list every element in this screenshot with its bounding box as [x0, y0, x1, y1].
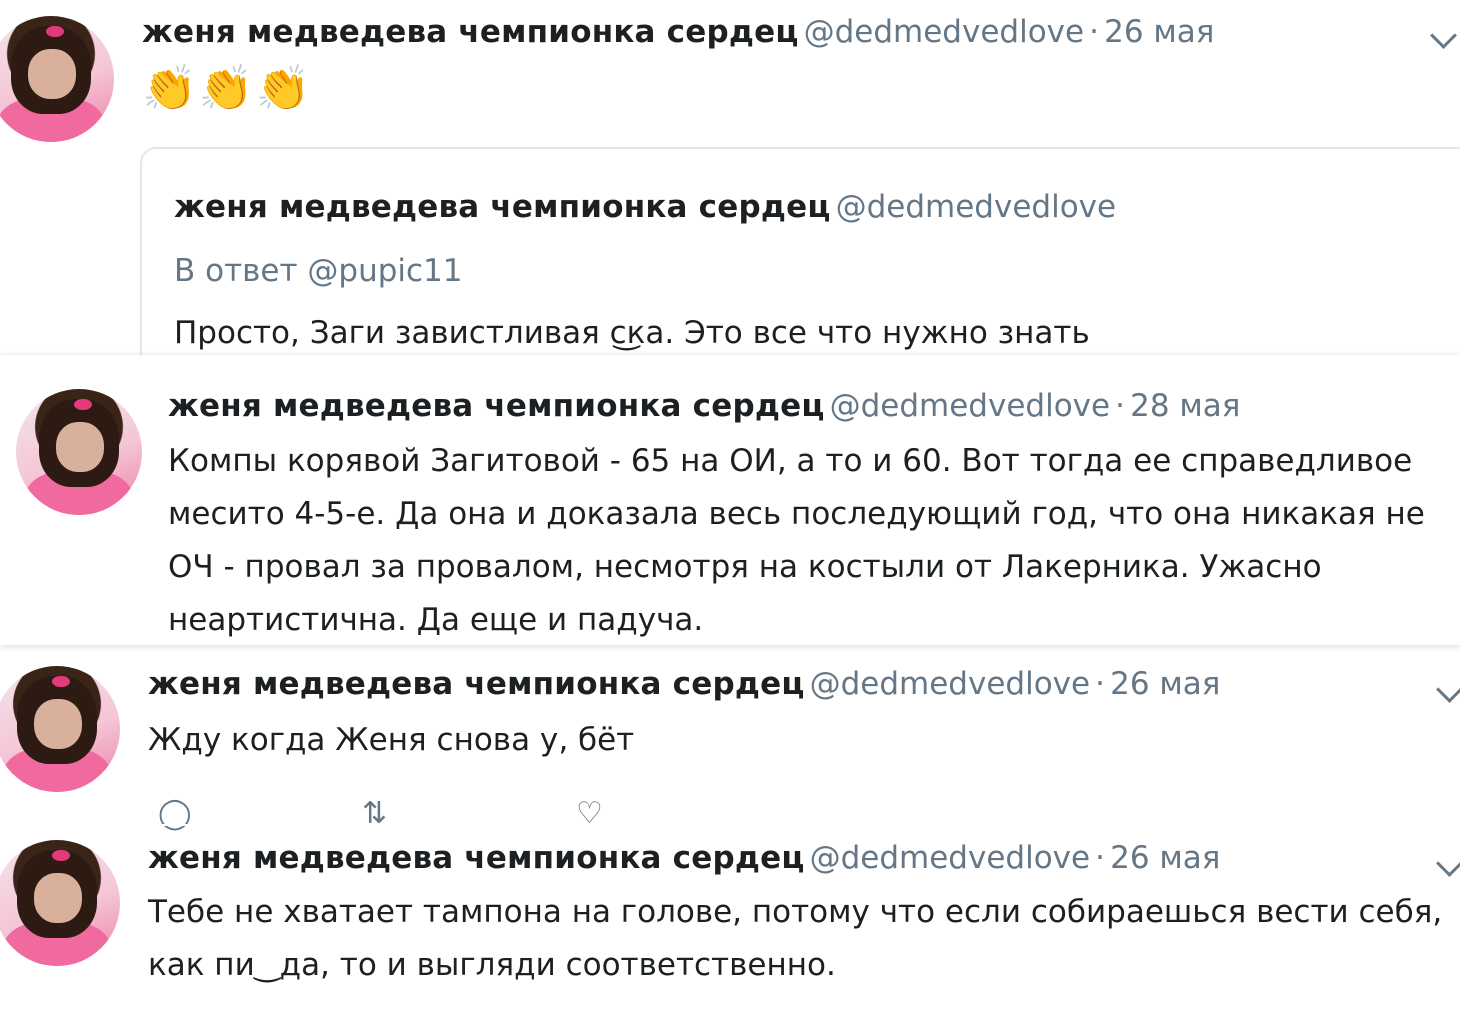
- avatar[interactable]: [0, 16, 114, 142]
- tweet-header: женя медведева чемпионка сердец @dedmedv…: [168, 388, 1240, 424]
- quoted-display-name: женя медведева чемпионка сердец: [174, 189, 831, 225]
- separator: ·: [1095, 840, 1106, 876]
- tweet-text-line: ОЧ - провал за провалом, несмотря на кос…: [168, 549, 1322, 585]
- divider: [0, 824, 1460, 826]
- timestamp[interactable]: 26 мая: [1110, 840, 1220, 876]
- chevron-down-icon[interactable]: [1430, 22, 1457, 49]
- timestamp[interactable]: 26 мая: [1104, 14, 1214, 50]
- quoted-text: Просто, Заги завистливая с͜ка. Это все ч…: [174, 315, 1090, 351]
- chevron-down-icon[interactable]: [1436, 850, 1460, 877]
- handle[interactable]: @dedmedvedlove: [804, 14, 1084, 50]
- chevron-down-icon[interactable]: [1436, 676, 1460, 703]
- tweet-header: женя медведева чемпионка сердец @dedmedv…: [148, 666, 1220, 702]
- tweet-text: Компы корявой Загитовой - 65 на ОИ, а то…: [168, 435, 1458, 647]
- quoted-handle: @dedmedvedlove: [835, 189, 1117, 225]
- separator: ·: [1089, 14, 1100, 50]
- clapping-hands-emoji: 👏👏👏: [142, 63, 313, 114]
- tweet-text: Жду когда Женя снова у‚ бёт: [148, 722, 635, 758]
- tweet-text-line: неартистична. Да еще и падуча.: [168, 602, 704, 638]
- quoted-header: женя медведева чемпионка сердец @dedmedv…: [174, 189, 1116, 225]
- display-name[interactable]: женя медведева чемпионка сердец: [142, 14, 799, 50]
- display-name[interactable]: женя медведева чемпионка сердец: [148, 666, 805, 702]
- separator: ·: [1115, 388, 1126, 424]
- tweet-2: женя медведева чемпионка сердец @dedmedv…: [0, 355, 1460, 645]
- avatar[interactable]: [0, 666, 120, 792]
- tweet-text: Тебе не хватает тампона на голове, потом…: [148, 886, 1458, 992]
- display-name[interactable]: женя медведева чемпионка сердец: [168, 388, 825, 424]
- separator: ·: [1095, 666, 1106, 702]
- timestamp[interactable]: 28 мая: [1130, 388, 1240, 424]
- handle[interactable]: @dedmedvedlove: [810, 666, 1090, 702]
- tweet-header: женя медведева чемпионка сердец @dedmedv…: [142, 14, 1214, 50]
- tweet-text-line: Компы корявой Загитовой - 65 на ОИ, а то…: [168, 443, 1413, 479]
- handle[interactable]: @dedmedvedlove: [830, 388, 1110, 424]
- tweet-header: женя медведева чемпионка сердец @dedmedv…: [148, 840, 1220, 876]
- avatar[interactable]: [0, 840, 120, 966]
- tweet-text-line: как пи‿да, то и выгляди соответственно.: [148, 947, 836, 983]
- handle[interactable]: @dedmedvedlove: [810, 840, 1090, 876]
- tweet-text-line: месито 4-5-е. Да она и доказала весь пос…: [168, 496, 1425, 532]
- display-name[interactable]: женя медведева чемпионка сердец: [148, 840, 805, 876]
- avatar[interactable]: [16, 389, 142, 515]
- reply-to-label[interactable]: В ответ @pupic11: [174, 253, 463, 289]
- tweet-text-line: Тебе не хватает тампона на голове, потом…: [148, 894, 1443, 930]
- timestamp[interactable]: 26 мая: [1110, 666, 1220, 702]
